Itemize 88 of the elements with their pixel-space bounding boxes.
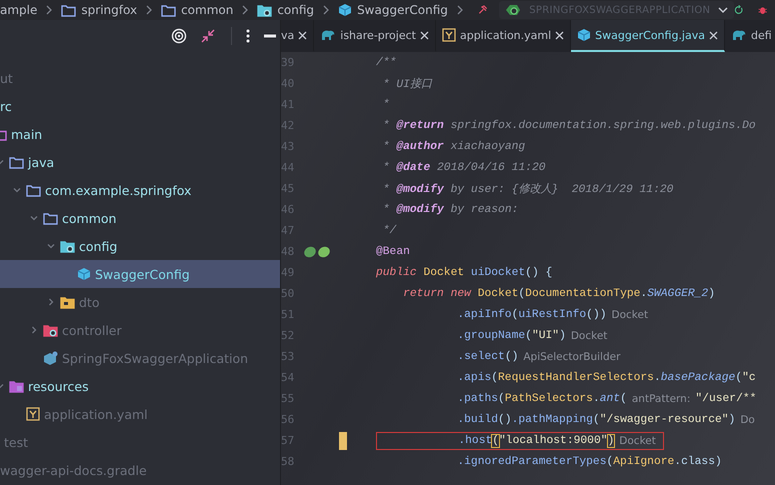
code-text: .apis(RequestHandlerSelectors.basePackage("c xyxy=(456,372,756,384)
chevron-icon[interactable] xyxy=(46,297,56,307)
code-text: * @modify by user: {修改人} 2018/1/29 11:20 xyxy=(382,182,674,196)
breadcrumb-item[interactable]: config xyxy=(277,3,314,17)
more-icon[interactable] xyxy=(246,29,250,43)
cube-icon xyxy=(577,28,592,42)
yaml-file-icon xyxy=(26,407,40,421)
folder-icon xyxy=(9,156,24,168)
inlay-hint: antPattern: xyxy=(632,392,690,404)
line-number: 58 xyxy=(281,455,296,468)
tree-item[interactable]: rc xyxy=(0,98,12,114)
code-text: "/user/** xyxy=(695,392,756,404)
collapse-icon[interactable] xyxy=(201,29,215,43)
folder-icon xyxy=(26,184,41,196)
inlay-hint: Do xyxy=(740,414,755,426)
inlay-hint: Docket xyxy=(612,308,648,320)
close-icon[interactable] xyxy=(555,30,564,40)
breadcrumb-item[interactable]: SwaggerConfig xyxy=(357,3,448,17)
inlay-hint: Docket xyxy=(619,434,656,446)
tree-item[interactable]: java xyxy=(28,154,54,170)
breadcrumb-item[interactable]: springfox xyxy=(81,3,138,17)
tree-item[interactable]: resources xyxy=(28,378,89,394)
chevron-icon[interactable] xyxy=(29,213,39,223)
inlay-hint: ApiSelectorBuilder xyxy=(523,350,620,362)
chevron-icon xyxy=(45,5,54,15)
chevron-icon xyxy=(322,5,330,15)
chevron-icon xyxy=(241,5,250,15)
breadcrumb-item[interactable]: ample xyxy=(0,3,38,17)
chevron-icon[interactable] xyxy=(46,241,56,251)
hammer-icon[interactable] xyxy=(478,3,488,17)
tree-item[interactable]: config xyxy=(79,238,118,254)
folder-icon xyxy=(60,296,75,308)
close-icon[interactable] xyxy=(298,30,308,40)
code-text: .apiInfo(uiRestInfo()) xyxy=(456,308,607,320)
editor-tab[interactable]: SwaggerConfig.java xyxy=(571,20,725,52)
code-text: * @modify by reason: xyxy=(382,204,518,216)
close-icon[interactable] xyxy=(420,30,429,40)
code-text: * @return springfox.documentation.spring.web.plugins.Do xyxy=(382,120,756,132)
tree-item[interactable]: main xyxy=(11,126,42,142)
tree-item[interactable]: SwaggerConfig xyxy=(95,266,190,282)
code-text: @Bean xyxy=(376,246,410,258)
chevron-icon[interactable] xyxy=(12,185,22,195)
caret-icon xyxy=(718,6,728,14)
minimize-icon[interactable] xyxy=(264,34,276,38)
close-icon[interactable] xyxy=(708,30,718,40)
inlay-hint: Docket xyxy=(570,330,608,342)
elephant-icon xyxy=(320,29,336,41)
code-text: return new Docket(DocumentationType.SWAGGER_2) xyxy=(402,288,715,300)
code-text: * xyxy=(382,98,390,110)
elephant-icon xyxy=(730,29,747,41)
config-folder-icon xyxy=(257,4,272,16)
code-text: * @date 2018/04/16 11:20 xyxy=(382,162,546,174)
cube-icon xyxy=(43,350,58,366)
cube-icon xyxy=(338,3,352,17)
chevron-icon xyxy=(456,5,464,15)
gear-icon xyxy=(505,3,522,17)
line-number: 55 xyxy=(281,392,296,405)
line-number: 53 xyxy=(281,350,296,363)
folder-icon xyxy=(61,4,76,16)
config-folder-icon xyxy=(60,240,75,252)
code-text: .build().pathMapping("/swagger-resource") xyxy=(456,414,736,426)
line-number: 54 xyxy=(281,371,296,384)
code-text: /** xyxy=(376,56,396,68)
target-icon[interactable] xyxy=(171,28,187,44)
folder-icon xyxy=(161,4,176,16)
cube-icon xyxy=(77,267,91,281)
code-text: .host("localhost:9000") xyxy=(457,434,614,446)
code-text: .select() xyxy=(456,350,518,362)
chevron-icon xyxy=(145,5,154,15)
refresh-icon[interactable] xyxy=(734,3,744,17)
bean-icon[interactable] xyxy=(303,244,333,258)
breadcrumb-item[interactable]: common xyxy=(181,3,234,17)
code-text: .ignoredParameterTypes(ApiIgnore.class) xyxy=(456,456,722,468)
line-number: 56 xyxy=(281,413,296,426)
config-folder-icon xyxy=(43,324,58,336)
yaml-file-icon xyxy=(442,28,456,42)
tree-item[interactable]: com.example.springfox xyxy=(45,182,192,198)
folder-icon xyxy=(9,380,24,392)
folder-icon xyxy=(43,212,58,224)
tree-item[interactable]: common xyxy=(62,210,116,226)
code-text: */ xyxy=(382,224,396,236)
code-text: .groupName("UI") xyxy=(456,330,566,342)
code-text: .paths(PathSelectors.ant( xyxy=(456,392,627,404)
code-text: public Docket uiDocket() { xyxy=(376,266,552,278)
code-text: * UI接口 xyxy=(382,76,432,91)
code-text: * @author xiachaoyang xyxy=(382,140,526,152)
chevron-icon[interactable] xyxy=(29,325,39,335)
line-number: 57 xyxy=(281,434,296,447)
